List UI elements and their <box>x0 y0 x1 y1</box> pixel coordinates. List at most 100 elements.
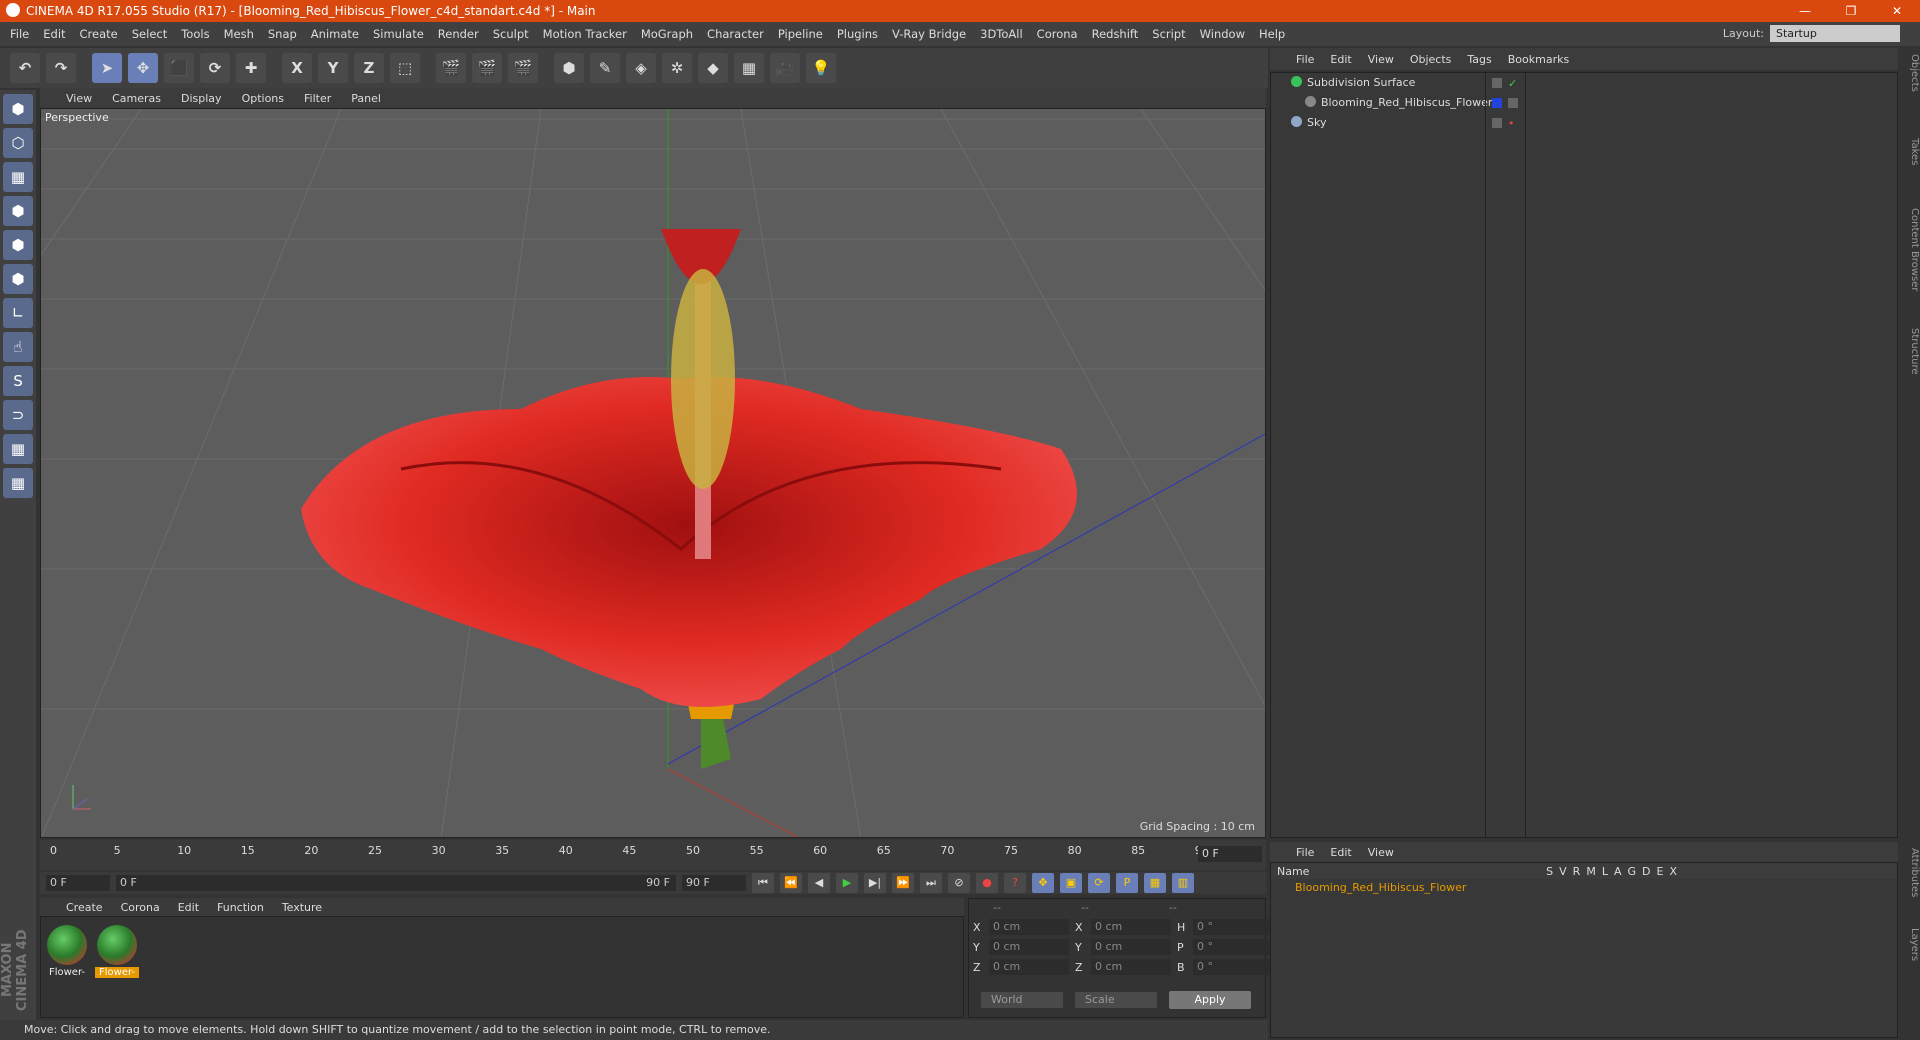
object-menu-bookmarks[interactable]: Bookmarks <box>1508 53 1569 66</box>
left-tool-3-icon[interactable]: ⬢ <box>3 196 33 226</box>
right-tab-attributes[interactable]: Attributes <box>1900 848 1920 897</box>
end-frame-field[interactable]: 90 F <box>682 875 746 891</box>
key-pla-icon[interactable]: ▦ <box>1144 873 1166 893</box>
layer-row[interactable]: Blooming_Red_Hibiscus_Flower <box>1271 879 1897 897</box>
menu-help[interactable]: Help <box>1259 27 1285 41</box>
menu-character[interactable]: Character <box>707 27 764 41</box>
viewport-menu-view[interactable]: View <box>66 92 92 105</box>
go-to-end-icon[interactable]: ⏭ <box>920 873 942 893</box>
object-menu-view[interactable]: View <box>1368 53 1394 66</box>
menu-file[interactable]: File <box>10 27 29 41</box>
right-tab-objects[interactable]: Objects <box>1900 54 1920 92</box>
object-menu-file[interactable]: File <box>1296 53 1314 66</box>
next-frame-icon[interactable]: ▶| <box>864 873 886 893</box>
coord-value-field[interactable]: 0 cm <box>989 919 1069 935</box>
floor-button[interactable]: ▦ <box>734 53 764 83</box>
timeline-window-icon[interactable]: ▥ <box>1172 873 1194 893</box>
record-icon[interactable]: ● <box>976 873 998 893</box>
key-scale-icon[interactable]: ▣ <box>1060 873 1082 893</box>
key-parameter-icon[interactable]: P <box>1116 873 1138 893</box>
render-picture-viewer-button[interactable]: 🎬 <box>472 53 502 83</box>
coord-value-field[interactable]: 0 ° <box>1193 919 1273 935</box>
left-tool-8-icon[interactable]: S <box>3 366 33 396</box>
menu-select[interactable]: Select <box>132 27 167 41</box>
viewport-menu-panel[interactable]: Panel <box>351 92 381 105</box>
perspective-viewport[interactable]: Perspective Grid Spacing : 10 cm <box>40 108 1266 838</box>
spline-pen-button[interactable]: ✎ <box>590 53 620 83</box>
enabled-check-icon[interactable]: ✓ <box>1508 77 1517 90</box>
coord-mode-dropdown[interactable]: World <box>981 992 1063 1008</box>
mograph-cloner-button[interactable]: ✲ <box>662 53 692 83</box>
layout-dropdown[interactable]: Startup <box>1770 25 1900 42</box>
layer-menu-edit[interactable]: Edit <box>1330 846 1351 859</box>
live-move-button[interactable]: ✚ <box>236 53 266 83</box>
camera-button[interactable]: 🎥 <box>770 53 800 83</box>
coord-value-field[interactable]: 0 ° <box>1193 939 1273 955</box>
left-tool-2-icon[interactable]: ▦ <box>3 162 33 192</box>
y-axis-button[interactable]: Y <box>318 53 348 83</box>
x-axis-button[interactable]: X <box>282 53 312 83</box>
right-tab-takes[interactable]: Takes <box>1900 138 1920 165</box>
minimize-button[interactable]: — <box>1782 0 1828 22</box>
menu-render[interactable]: Render <box>438 27 479 41</box>
menu-pipeline[interactable]: Pipeline <box>778 27 823 41</box>
cube-object-button[interactable]: ⬢ <box>554 53 584 83</box>
select-tool-button[interactable]: ➤ <box>92 53 122 83</box>
left-tool-5-icon[interactable]: ⬢ <box>3 264 33 294</box>
layer-menu-view[interactable]: View <box>1368 846 1394 859</box>
undo-button[interactable]: ↶ <box>10 53 40 83</box>
next-key-icon[interactable]: ⏩ <box>892 873 914 893</box>
rotate-tool-button[interactable]: ⟳ <box>200 53 230 83</box>
play-icon[interactable]: ▶ <box>836 873 858 893</box>
apply-button[interactable]: Apply <box>1169 991 1251 1009</box>
coord-value-field[interactable]: 0 cm <box>1091 939 1171 955</box>
render-settings-button[interactable]: 🎬 <box>508 53 538 83</box>
material-preview-icon[interactable] <box>97 925 137 965</box>
light-button[interactable]: 💡 <box>806 53 836 83</box>
menu-window[interactable]: Window <box>1200 27 1245 41</box>
menu-sculpt[interactable]: Sculpt <box>493 27 529 41</box>
menu-create[interactable]: Create <box>80 27 118 41</box>
hibiscus-model[interactable] <box>301 229 1077 769</box>
coord-value-field[interactable]: 0 cm <box>1091 919 1171 935</box>
material-menu-function[interactable]: Function <box>217 901 264 914</box>
menu-v-ray-bridge[interactable]: V-Ray Bridge <box>892 27 966 41</box>
viewport-menu-options[interactable]: Options <box>242 92 284 105</box>
material-menu-create[interactable]: Create <box>66 901 103 914</box>
frame-range-slider[interactable]: 0 F 90 F <box>116 875 676 891</box>
object-item-subdivision-surface[interactable]: Subdivision Surface <box>1271 73 1485 93</box>
redo-button[interactable]: ↷ <box>46 53 76 83</box>
key-rotation-icon[interactable]: ⟳ <box>1088 873 1110 893</box>
material-preview-icon[interactable] <box>47 925 87 965</box>
menu-corona[interactable]: Corona <box>1037 27 1078 41</box>
start-frame-field[interactable]: 0 F <box>46 875 110 891</box>
coord-value-field[interactable]: 0 cm <box>1091 959 1171 975</box>
layer-menu-file[interactable]: File <box>1296 846 1314 859</box>
material-menu-texture[interactable]: Texture <box>282 901 322 914</box>
menu-3dtoall[interactable]: 3DToAll <box>980 27 1023 41</box>
left-tool-7-icon[interactable]: ☝ <box>3 332 33 362</box>
viewport-menu-display[interactable]: Display <box>181 92 222 105</box>
go-to-start-icon[interactable]: ⏮ <box>752 873 774 893</box>
object-menu-edit[interactable]: Edit <box>1330 53 1351 66</box>
coord-value-field[interactable]: 0 cm <box>989 939 1069 955</box>
material-menu-corona[interactable]: Corona <box>121 901 160 914</box>
object-menu-tags[interactable]: Tags <box>1467 53 1491 66</box>
coord-value-field[interactable]: 0 ° <box>1193 959 1273 975</box>
menu-motion-tracker[interactable]: Motion Tracker <box>543 27 627 41</box>
render-view-button[interactable]: 🎬 <box>436 53 466 83</box>
material-menu-edit[interactable]: Edit <box>178 901 199 914</box>
autokey-icon[interactable]: ⊘ <box>948 873 970 893</box>
menu-mograph[interactable]: MoGraph <box>641 27 693 41</box>
visibility-dot-icon[interactable] <box>1492 78 1502 88</box>
coord-value-field[interactable]: 0 cm <box>989 959 1069 975</box>
move-tool-button[interactable]: ✥ <box>128 53 158 83</box>
visibility-dot-icon[interactable] <box>1508 98 1518 108</box>
previous-frame-icon[interactable]: ◀ <box>808 873 830 893</box>
menu-edit[interactable]: Edit <box>43 27 65 41</box>
viewport-menu-cameras[interactable]: Cameras <box>112 92 161 105</box>
menu-mesh[interactable]: Mesh <box>224 27 254 41</box>
left-tool-0-icon[interactable]: ⬢ <box>3 94 33 124</box>
layer-color-icon[interactable] <box>1492 98 1502 108</box>
material-swatch[interactable]: Flower- <box>45 925 89 978</box>
